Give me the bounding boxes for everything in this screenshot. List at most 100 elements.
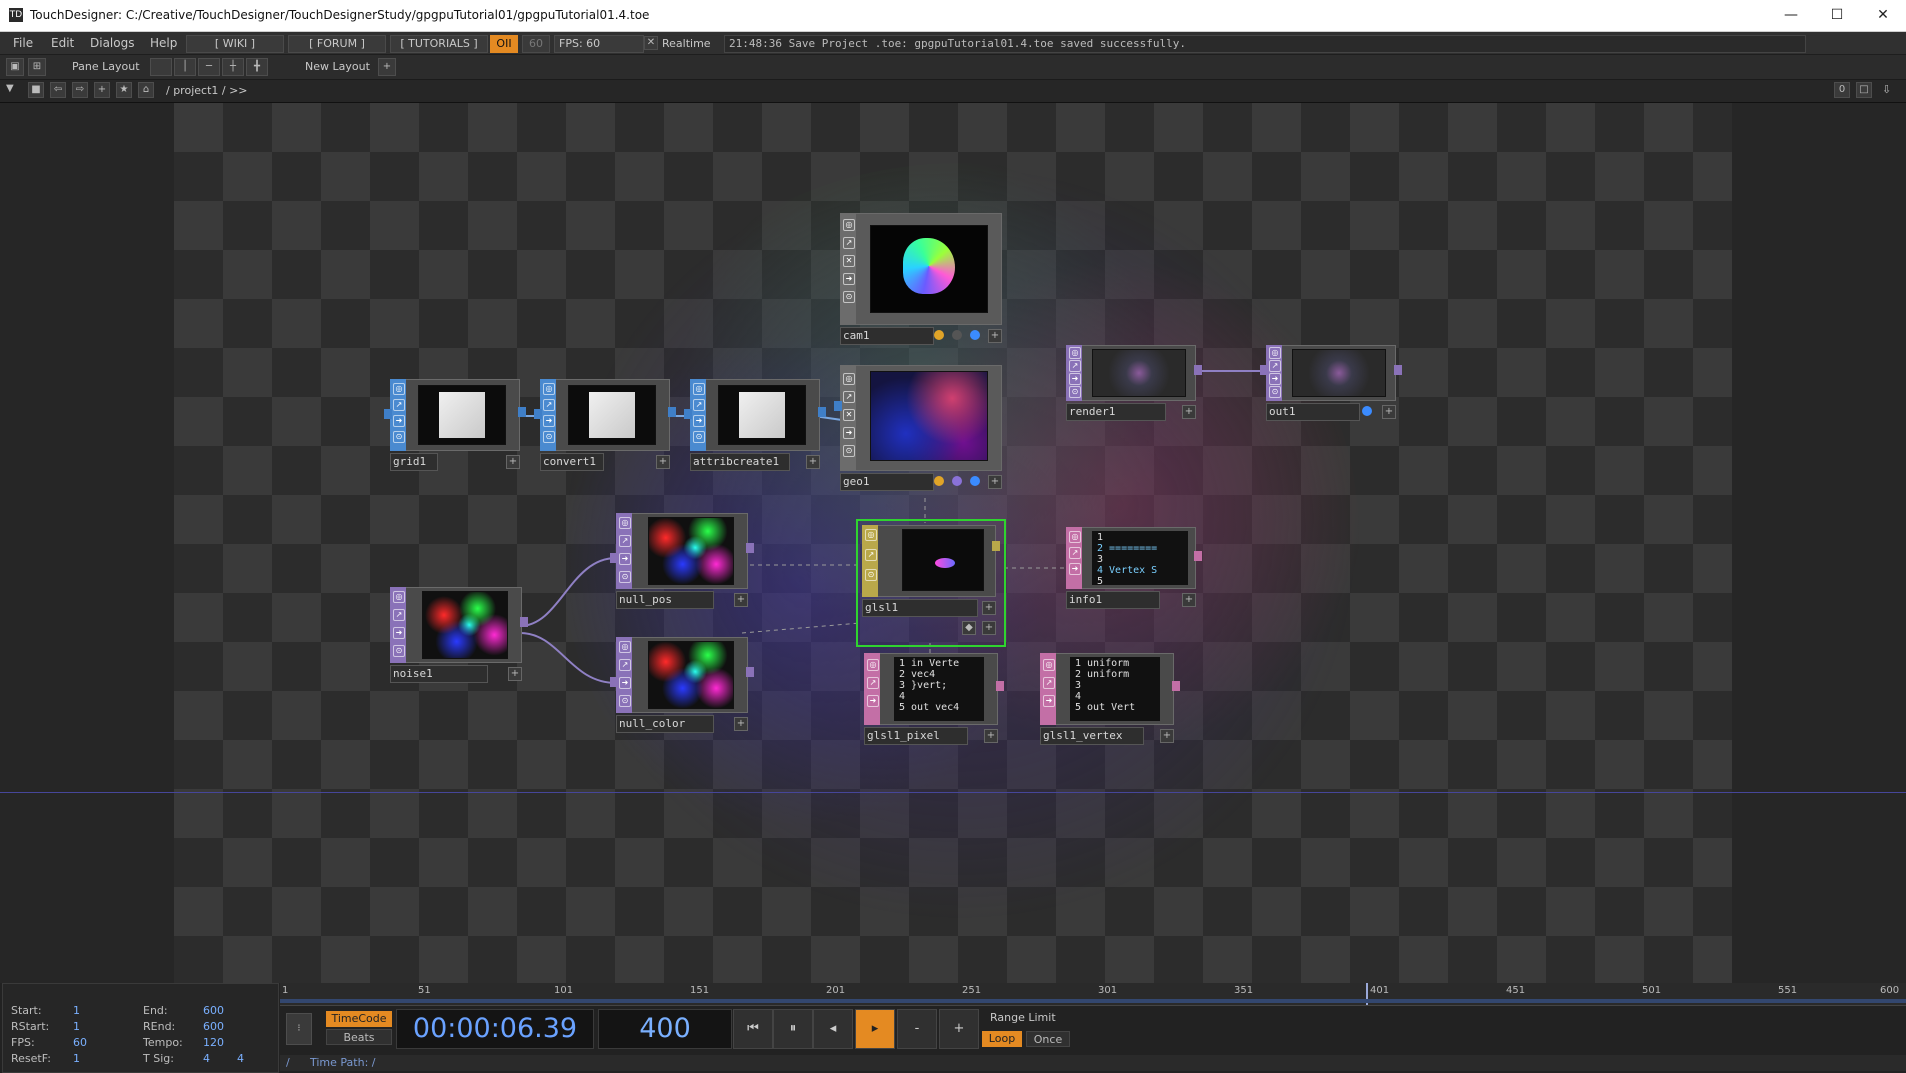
output-connector[interactable] (996, 681, 1004, 691)
wire-icon[interactable]: ↗ (619, 659, 631, 671)
lock-icon[interactable]: ➜ (843, 427, 855, 439)
viewer-icon[interactable]: ◎ (1069, 347, 1081, 359)
maximize-button[interactable]: ☐ (1814, 0, 1860, 31)
network-editor[interactable]: ◎ ↗ ✕ ➜ ⊙ cam1 + ◎ ↗ ➜ ⊙ grid1 + ◎ ↗ ➜ ⊙… (0, 103, 1906, 983)
lock-icon[interactable]: ➜ (1043, 695, 1055, 707)
decrement-button[interactable]: - (897, 1009, 937, 1049)
menu-edit[interactable]: Edit (51, 36, 74, 50)
node-noise1[interactable]: ◎ ↗ ➜ ⊙ noise1 + (390, 587, 528, 691)
fps-cap-field[interactable]: 60 (522, 35, 550, 53)
lock-icon[interactable]: ➜ (693, 415, 705, 427)
play-icon[interactable]: ▸ (855, 1009, 895, 1049)
display-flag-icon[interactable] (952, 476, 962, 486)
viewer-icon[interactable]: ◎ (843, 373, 855, 385)
viewer-icon[interactable]: ◎ (693, 383, 705, 395)
glsl1-vertex-add-button[interactable]: + (1160, 729, 1174, 743)
wire-icon[interactable]: ↗ (843, 391, 855, 403)
bookmark-star-icon[interactable]: ★ (116, 82, 132, 98)
wire-icon[interactable]: ↗ (693, 399, 705, 411)
time-path-label[interactable]: Time Path: / (310, 1055, 376, 1071)
menu-file[interactable]: File (13, 36, 33, 50)
glsl1-compile-button[interactable]: + (982, 621, 996, 635)
bypass-icon[interactable]: ✕ (843, 409, 855, 421)
noise1-add-button[interactable]: + (508, 667, 522, 681)
viewer-icon[interactable]: ◎ (865, 529, 877, 541)
input-connector[interactable] (610, 677, 618, 687)
wiki-button[interactable]: [ WIKI ] (186, 35, 284, 53)
node-glsl1[interactable]: ◎ ↗ ⊙ glsl1 + ◆ + (856, 519, 1006, 647)
node-null-pos[interactable]: ◎ ↗ ➜ ⊙ null_pos + (610, 513, 754, 617)
fps-value[interactable]: 60 (73, 1036, 87, 1049)
output-connector[interactable] (746, 667, 754, 677)
clone-icon[interactable]: ⊙ (865, 569, 877, 581)
lock-icon[interactable]: ➜ (1069, 563, 1081, 575)
wire-icon[interactable]: ↗ (1069, 360, 1081, 372)
glsl1-info-button[interactable]: ◆ (962, 621, 976, 635)
node-convert1[interactable]: ◎ ↗ ➜ ⊙ convert1 + (534, 379, 676, 481)
node-glsl1-pixel[interactable]: ◎ ↗ ➜ 1 in Verte 2 vec4 3 }vert; 4 5 out… (864, 653, 1004, 747)
tutorials-button[interactable]: [ TUTORIALS ] (390, 35, 488, 53)
pane-image-icon[interactable]: ▣ (6, 58, 24, 76)
pause-icon[interactable]: ⏸ (773, 1009, 813, 1049)
realtime-checkbox[interactable]: ✕ (644, 36, 658, 50)
back-arrow-icon[interactable]: ⇦ (50, 82, 66, 98)
add-icon[interactable]: + (94, 82, 110, 98)
input-connector[interactable] (534, 409, 542, 419)
lock-icon[interactable]: ➜ (867, 695, 879, 707)
viewer-icon[interactable]: ◎ (619, 641, 631, 653)
cam1-add-button[interactable]: + (988, 329, 1002, 343)
wire-icon[interactable]: ↗ (393, 609, 405, 621)
convert1-add-button[interactable]: + (656, 455, 670, 469)
output-connector[interactable] (746, 543, 754, 553)
pickable-flag-icon[interactable] (970, 330, 980, 340)
viewer-icon[interactable]: ◎ (1043, 659, 1055, 671)
lock-icon[interactable]: ➜ (393, 627, 405, 639)
viewer-icon[interactable]: ◎ (393, 591, 405, 603)
clone-icon[interactable]: ⊙ (1069, 386, 1081, 398)
forum-button[interactable]: [ FORUM ] (288, 35, 386, 53)
layout-split-horizontal-icon[interactable]: ─ (198, 58, 220, 76)
menu-help[interactable]: Help (150, 36, 177, 50)
clone-icon[interactable]: ⊙ (843, 291, 855, 303)
viewer-icon[interactable]: ◎ (843, 219, 855, 231)
clone-icon[interactable]: ⊙ (619, 695, 631, 707)
wire-icon[interactable]: ↗ (867, 677, 879, 689)
viewer-icon[interactable]: ◎ (1269, 347, 1281, 359)
time-slider-handle[interactable]: ⁝ (286, 1013, 312, 1045)
menu-dialogs[interactable]: Dialogs (90, 36, 134, 50)
pane-menu-chevron-down-icon[interactable]: ▼ (6, 83, 14, 94)
input-connector[interactable] (684, 409, 692, 419)
node-render1[interactable]: ◎ ↗ ➜ ⊙ render1 + (1066, 345, 1202, 439)
attribcreate1-add-button[interactable]: + (806, 455, 820, 469)
output-connector[interactable] (1194, 365, 1202, 375)
out1-add-button[interactable]: + (1382, 405, 1396, 419)
viewer-icon[interactable]: ◎ (619, 517, 631, 529)
lock-icon[interactable]: ➜ (1069, 373, 1081, 385)
pane-maximize-icon[interactable]: □ (1856, 82, 1872, 98)
render1-add-button[interactable]: + (1182, 405, 1196, 419)
lock-icon[interactable]: ➜ (619, 553, 631, 565)
viewer-icon[interactable]: ◎ (393, 383, 405, 395)
home-icon[interactable]: ⌂ (138, 82, 154, 98)
pane-network-icon[interactable]: ⊞ (28, 58, 46, 76)
pin-icon[interactable]: ⇩ (1882, 83, 1891, 96)
lock-icon[interactable]: ➜ (843, 273, 855, 285)
minimize-button[interactable]: — (1768, 0, 1814, 31)
lock-icon[interactable]: ➜ (619, 677, 631, 689)
timecode-display[interactable]: 00:00:06.39 (396, 1009, 594, 1049)
clone-icon[interactable]: ⊙ (693, 431, 705, 443)
breadcrumb[interactable]: / project1 / >> (166, 84, 248, 97)
rstart-value[interactable]: 1 (73, 1020, 80, 1033)
glsl1-add-button[interactable]: + (982, 601, 996, 615)
tempo-value[interactable]: 120 (203, 1036, 224, 1049)
node-out1[interactable]: ◎ ↗ ➜ ⊙ out1 + (1260, 345, 1402, 439)
node-grid1[interactable]: ◎ ↗ ➜ ⊙ grid1 + (384, 379, 526, 481)
clone-icon[interactable]: ⊙ (619, 571, 631, 583)
frame-display[interactable]: 400 (598, 1009, 732, 1049)
viewer-icon[interactable]: ◎ (543, 383, 555, 395)
timeline-ruler[interactable]: 1 51 101 151 201 251 301 351 401 451 501… (280, 983, 1906, 1006)
lock-icon[interactable]: ➜ (543, 415, 555, 427)
node-glsl1-vertex[interactable]: ◎ ↗ ➜ 1 uniform 2 uniform 3 4 5 out Vert… (1040, 653, 1180, 747)
viewer-flag-icon[interactable] (1362, 406, 1372, 416)
close-button[interactable]: ✕ (1860, 0, 1906, 31)
